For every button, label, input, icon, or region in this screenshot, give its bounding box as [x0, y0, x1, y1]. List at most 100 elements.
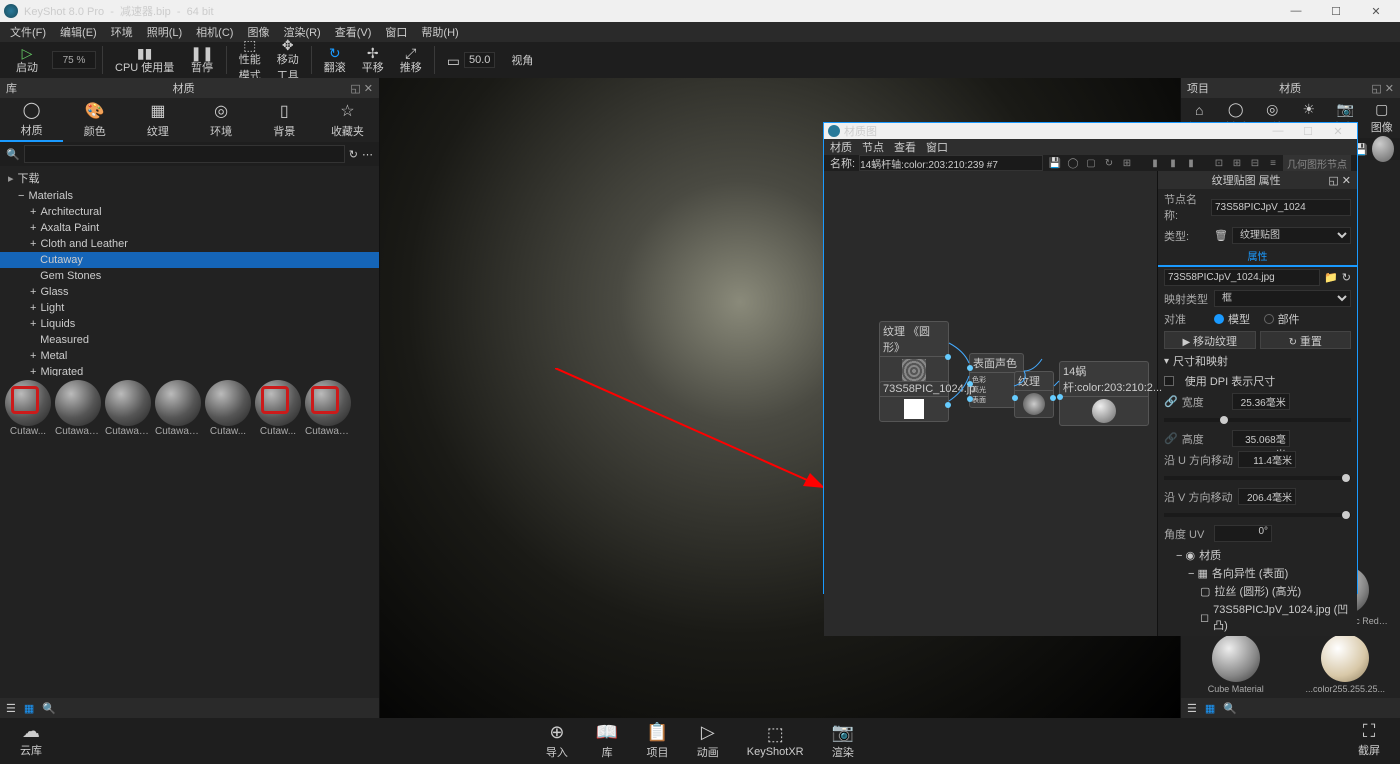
shu-slider[interactable] [1164, 476, 1351, 480]
tool-icon[interactable]: ↻ [1101, 155, 1117, 171]
thumb[interactable]: Cutaw... [254, 380, 302, 437]
menu-mat[interactable]: 材质 [830, 139, 852, 155]
import-button[interactable]: ⊕导入 [534, 720, 580, 762]
mat-item[interactable]: Cube Material [1191, 634, 1281, 694]
reset-button[interactable]: ↻ 重置 [1260, 331, 1352, 349]
search-icon[interactable]: 🔍 [1223, 702, 1237, 715]
movetex-button[interactable]: ▶ 移动纹理 [1164, 331, 1256, 349]
maptype-select[interactable]: 框 [1214, 290, 1351, 307]
tool-icon[interactable]: ⊡ [1211, 155, 1227, 171]
anim-button[interactable]: ▷动画 [685, 720, 731, 762]
minimize-button[interactable]: — [1276, 0, 1316, 22]
percent-field[interactable]: 75 % [52, 51, 96, 69]
tool-icon[interactable]: ≡ [1265, 155, 1281, 171]
close-icon[interactable]: ✕ [1385, 82, 1394, 95]
save-icon[interactable]: 💾 [1047, 155, 1063, 171]
ang-val[interactable]: 0° [1214, 525, 1272, 542]
list-icon[interactable]: ☰ [1187, 702, 1197, 715]
graph-node[interactable]: 14蜗杆:color:203:210:2... [1059, 361, 1149, 426]
tool-icon[interactable]: ▢ [1083, 155, 1099, 171]
folder-icon[interactable]: 📁 [1324, 271, 1338, 284]
link-icon[interactable]: 🔗 [1164, 395, 1178, 408]
minimize-button[interactable]: — [1263, 125, 1293, 137]
height-val[interactable]: 35.068毫米 [1232, 430, 1290, 447]
type-select[interactable]: 纹理贴图 [1232, 227, 1351, 244]
dock-icon[interactable]: ◱ [1328, 174, 1338, 187]
tree-item[interactable]: + Glass [0, 284, 379, 300]
close-button[interactable]: ✕ [1323, 125, 1353, 138]
fov-field[interactable]: ▭50.0 [441, 44, 502, 76]
width-slider[interactable] [1164, 418, 1351, 422]
search-input[interactable] [24, 145, 345, 163]
tool-icon[interactable]: ⊞ [1229, 155, 1245, 171]
node-graph[interactable]: 纹理 《圆形》 表面声色 色彩高光表面 73S58PIC_1024.jp 纹理 [824, 171, 1157, 636]
radio-part[interactable] [1264, 314, 1274, 324]
radio-model[interactable] [1214, 314, 1224, 324]
maximize-button[interactable]: ☐ [1293, 125, 1323, 138]
shu-val[interactable]: 11.4毫米 [1238, 451, 1296, 468]
menu-edit[interactable]: 编辑(E) [54, 22, 103, 42]
tree-item[interactable]: Measured [0, 332, 379, 348]
more-icon[interactable]: ⋯ [362, 148, 373, 161]
nodename-input[interactable] [1211, 199, 1351, 216]
menu-file[interactable]: 文件(F) [4, 22, 52, 42]
close-icon[interactable]: ✕ [1342, 174, 1351, 187]
pause-button[interactable]: ❚❚暂停 [184, 44, 219, 76]
maximize-button[interactable]: ☐ [1316, 0, 1356, 22]
mat-item[interactable]: ...color255.255.25... [1300, 634, 1390, 694]
file-input[interactable] [1164, 269, 1320, 286]
shv-val[interactable]: 206.4毫米 [1238, 488, 1296, 505]
thumb[interactable]: Cutaway... [304, 380, 352, 437]
shv-slider[interactable] [1164, 513, 1351, 517]
tree-item[interactable]: + Architectural [0, 204, 379, 220]
tab-material[interactable]: ◯材质 [0, 98, 63, 142]
refresh-icon[interactable]: ↻ [349, 148, 358, 161]
search-icon[interactable]: 🔍 [42, 702, 56, 715]
tree-item[interactable]: + Migrated [0, 364, 379, 376]
grid-icon[interactable]: ▦ [24, 702, 34, 715]
tree-item[interactable]: + Metal [0, 348, 379, 364]
cpu-button[interactable]: ▮▮CPU 使用量 [109, 44, 180, 76]
tree-item-selected[interactable]: Cutaway [0, 252, 379, 268]
tree-aniso[interactable]: − ▦ 各向异性 (表面) [1162, 564, 1353, 582]
graph-node[interactable]: 73S58PIC_1024.jp [879, 381, 949, 422]
menu-view[interactable]: 查看 [894, 139, 916, 155]
menu-node[interactable]: 节点 [862, 139, 884, 155]
pan-button[interactable]: ✢平移 [356, 44, 390, 76]
tool-icon[interactable]: ◯ [1065, 155, 1081, 171]
grid-icon[interactable]: ▦ [1205, 702, 1215, 715]
thumb[interactable]: Cutaway... [54, 380, 102, 437]
thumb[interactable]: Cutaway... [104, 380, 152, 437]
tab-bg[interactable]: ▯背景 [253, 98, 316, 142]
trash-icon[interactable]: 🗑 [1214, 229, 1228, 242]
width-val[interactable]: 25.36毫米 [1232, 393, 1290, 410]
xr-button[interactable]: ⬚KeyShotXR [735, 722, 816, 760]
menu-light[interactable]: 照明(L) [141, 22, 188, 42]
menu-view[interactable]: 查看(V) [329, 22, 378, 42]
tool-icon[interactable]: ⊞ [1119, 155, 1135, 171]
menu-window[interactable]: 窗口 [926, 139, 948, 155]
tab-fav[interactable]: ☆收藏夹 [316, 98, 379, 142]
tab-image[interactable]: ▢图像 [1364, 98, 1400, 138]
dock-icon[interactable]: ◱ [1371, 82, 1381, 95]
tool-icon[interactable]: ▮ [1165, 155, 1181, 171]
menu-window[interactable]: 窗口 [379, 22, 413, 42]
move-button[interactable]: ✥移动 工具 [271, 44, 305, 76]
thumb[interactable]: Cutaw... [4, 380, 52, 437]
thumb[interactable]: Cutaw... [204, 380, 252, 437]
graph-node[interactable]: 纹理 《圆形》 [879, 321, 949, 386]
tree-item[interactable]: + Light [0, 300, 379, 316]
matwin-name-input[interactable] [859, 155, 1043, 171]
tree-download[interactable]: ▸ 下载 [0, 168, 379, 188]
refresh-icon[interactable]: ↻ [1342, 271, 1351, 284]
attr-tab[interactable]: 属性 [1158, 246, 1357, 267]
tree-brush[interactable]: ▢ 拉丝 (圆形) (高光) [1162, 582, 1353, 600]
tab-color[interactable]: 🎨颜色 [63, 98, 126, 142]
dolly-button[interactable]: ⤢推移 [394, 44, 428, 76]
tree-item[interactable]: + Axalta Paint [0, 220, 379, 236]
perf-button[interactable]: ⬚性能 模式 [233, 44, 267, 76]
spin-button[interactable]: ↻翻滚 [318, 44, 352, 76]
menu-env[interactable]: 环境 [105, 22, 139, 42]
menu-camera[interactable]: 相机(C) [190, 22, 239, 42]
render-button[interactable]: 📷渲染 [820, 720, 866, 762]
